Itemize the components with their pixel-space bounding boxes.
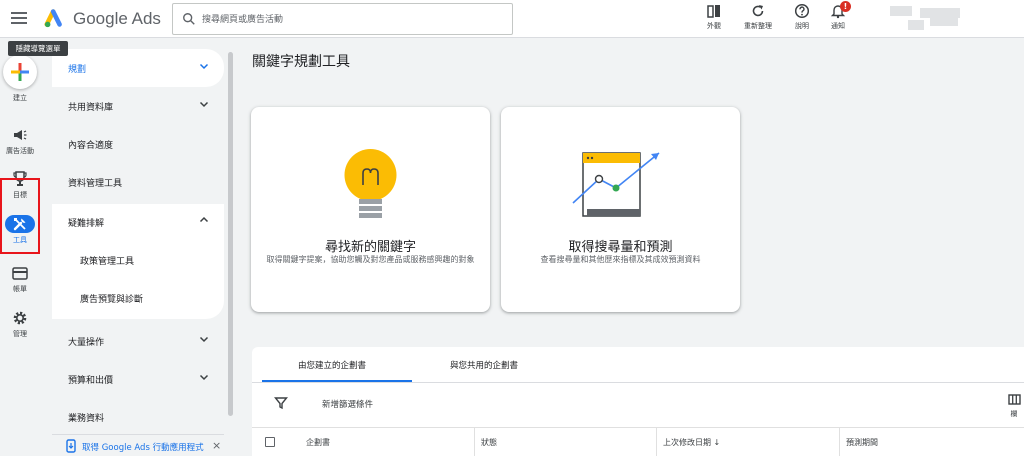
rail-campaigns-label: 廣告活動 <box>6 147 34 155</box>
brand-name: Google Ads <box>73 9 161 28</box>
search-icon <box>183 13 195 25</box>
chevron-down-icon <box>199 101 209 108</box>
nav-data-manager-label: 資料管理工具 <box>68 179 123 189</box>
tabs-divider <box>252 382 1024 383</box>
rail-create-label: 建立 <box>13 94 27 102</box>
nav-item-ad-preview[interactable]: 廣告預覽與診斷 <box>80 292 143 305</box>
notifications-label: 通知 <box>831 22 845 30</box>
tab-plans-shared-with-you[interactable]: 與您共用的企劃書 <box>450 359 518 371</box>
notification-badge: ! <box>840 1 851 12</box>
header-last-modified[interactable]: 上次修改日期 ↓ <box>663 437 720 448</box>
nav-item-business-data[interactable]: 業務資料 <box>52 398 224 436</box>
add-filter-button[interactable]: 新增篩選條件 <box>322 398 373 410</box>
plans-table-panel: 由您建立的企劃書 與您共用的企劃書 新增篩選條件 欄 企劃書 狀態 上次修改日期… <box>252 347 1024 456</box>
menu-icon[interactable] <box>8 7 30 29</box>
sidenav-scrollbar[interactable] <box>228 52 233 416</box>
rail-tools-label: 工具 <box>13 236 27 244</box>
nav-business-data-label: 業務資料 <box>68 414 105 424</box>
nav-item-troubleshooting[interactable]: 疑難排解 <box>52 204 224 242</box>
nav-item-policy-manager[interactable]: 政策管理工具 <box>80 254 134 267</box>
billing-icon <box>12 266 28 280</box>
nav-planning-label: 規劃 <box>68 65 87 75</box>
nav-item-budgets-bids[interactable]: 預算和出價 <box>52 360 224 398</box>
nav-item-planning[interactable]: 規劃 <box>52 49 224 87</box>
search-volume-description: 查看搜尋量和其他歷來指標及其成效預測資料 <box>540 255 701 264</box>
help-icon <box>794 3 810 19</box>
header-forecast-period[interactable]: 預測期間 <box>846 437 878 448</box>
side-navigation: 規劃 共用資料庫 內容合適度 資料管理工具 疑難排解 政策管理工具 廣告預覽與診… <box>52 38 224 456</box>
account-avatar[interactable] <box>890 6 970 40</box>
rail-create-label-wrap: 建立 <box>0 91 40 103</box>
nav-item-shared-library[interactable]: 共用資料庫 <box>52 87 224 125</box>
menu-tooltip: 隱藏導覽選單 <box>8 41 68 56</box>
help-label: 說明 <box>795 22 809 30</box>
close-icon[interactable]: × <box>212 439 221 452</box>
appearance-icon <box>707 5 720 18</box>
column-divider <box>839 428 840 456</box>
column-divider <box>656 428 657 456</box>
google-ads-logo-icon <box>44 9 62 28</box>
tab-plans-created-by-you[interactable]: 由您建立的企劃書 <box>298 359 366 371</box>
search-input[interactable] <box>202 10 502 30</box>
rail-item-billing[interactable]: 帳單 <box>0 264 40 294</box>
columns-icon <box>1007 394 1021 405</box>
nav-item-data-manager[interactable]: 資料管理工具 <box>52 163 224 201</box>
chevron-down-icon <box>199 336 209 343</box>
gear-icon <box>13 311 27 325</box>
rail-billing-label: 帳單 <box>13 285 27 293</box>
search-box[interactable] <box>172 3 513 35</box>
filter-icon[interactable] <box>274 396 288 410</box>
columns-button[interactable]: 欄 <box>1006 390 1022 419</box>
lightbulb-icon <box>344 149 397 218</box>
create-plus-icon <box>11 63 29 81</box>
find-keywords-card[interactable]: 尋找新的關鍵字 取得關鍵字提案，協助您觸及對您產品或服務感興趣的對象 <box>251 107 490 312</box>
columns-label: 欄 <box>1010 410 1018 418</box>
app-promo-bar: 取得 Google Ads 行動應用程式 × <box>52 434 224 456</box>
header-plan[interactable]: 企劃書 <box>306 437 330 448</box>
appearance-label: 外觀 <box>707 22 721 30</box>
chevron-down-icon <box>199 374 209 381</box>
refresh-label: 重新整理 <box>744 22 772 30</box>
nav-item-bulk-actions[interactable]: 大量操作 <box>52 322 224 360</box>
help-button[interactable]: 說明 <box>782 3 822 37</box>
refresh-button[interactable]: 重新整理 <box>738 3 778 37</box>
top-bar: Google Ads 外觀 重新整理 說明 ! 通知 <box>0 0 1024 38</box>
app-promo-link[interactable]: 取得 Google Ads 行動應用程式 <box>82 441 204 453</box>
notifications-button[interactable]: ! 通知 <box>818 1 858 37</box>
select-all-checkbox[interactable] <box>265 437 275 447</box>
tools-icon <box>13 218 26 231</box>
refresh-icon <box>752 5 764 17</box>
search-volume-forecast-card[interactable]: 取得搜尋量和預測 查看搜尋量和其他歷來指標及其成效預測資料 <box>501 107 740 312</box>
rail-item-admin[interactable]: 管理 <box>0 309 40 339</box>
rail-admin-label: 管理 <box>13 330 27 338</box>
nav-troubleshooting-label: 疑難排解 <box>68 219 105 229</box>
phone-icon <box>66 439 76 453</box>
column-divider <box>474 428 475 456</box>
table-header-row: 企劃書 狀態 上次修改日期 ↓ 預測期間 <box>252 427 1024 456</box>
create-button[interactable] <box>3 55 37 89</box>
nav-item-content-suitability[interactable]: 內容合適度 <box>52 125 224 163</box>
header-status[interactable]: 狀態 <box>481 437 497 448</box>
chevron-up-icon <box>199 216 209 223</box>
appearance-button[interactable]: 外觀 <box>694 3 734 37</box>
chevron-down-icon <box>199 63 209 70</box>
page-title: 關鍵字規劃工具 <box>252 54 350 70</box>
nav-budgets-bids-label: 預算和出價 <box>68 376 114 386</box>
campaign-icon <box>14 130 27 140</box>
rail-item-tools[interactable]: 工具 <box>0 215 40 245</box>
troubleshooting-group: 疑難排解 政策管理工具 廣告預覽與診斷 <box>52 204 224 319</box>
rail-item-campaigns[interactable]: 廣告活動 <box>0 126 40 156</box>
nav-content-suitability-label: 內容合適度 <box>68 141 114 151</box>
find-keywords-description: 取得關鍵字提案，協助您觸及對您產品或服務感興趣的對象 <box>266 255 475 264</box>
nav-shared-library-label: 共用資料庫 <box>68 103 114 113</box>
nav-bulk-actions-label: 大量操作 <box>68 338 105 348</box>
forecast-chart-icon <box>572 152 660 217</box>
